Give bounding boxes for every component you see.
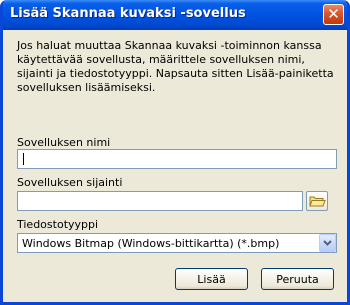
- app-location-field[interactable]: [17, 191, 303, 211]
- cancel-button[interactable]: Peruuta: [261, 268, 334, 290]
- filetype-selected-value: Windows Bitmap (Windows-bittikartta) (*.…: [22, 237, 280, 250]
- add-button[interactable]: Lisää: [175, 268, 248, 290]
- description-text: Jos haluat muuttaa Skannaa kuvaksi -toim…: [17, 39, 334, 94]
- filetype-select[interactable]: Windows Bitmap (Windows-bittikartta) (*.…: [17, 233, 337, 253]
- window-title: Lisää Skannaa kuvaksi -sovellus: [10, 6, 246, 21]
- app-name-label: Sovelluksen nimi: [17, 136, 111, 149]
- app-location-label: Sovelluksen sijainti: [17, 176, 123, 189]
- browse-button[interactable]: [306, 191, 328, 211]
- text-caret: [23, 153, 24, 165]
- folder-icon: [309, 196, 326, 207]
- close-icon: ✕: [327, 5, 340, 23]
- app-name-field[interactable]: [17, 149, 337, 169]
- chevron-down-icon: [323, 240, 332, 246]
- filetype-dropdown-button[interactable]: [319, 234, 336, 252]
- title-bar[interactable]: Lisää Skannaa kuvaksi -sovellus ✕: [3, 0, 347, 30]
- close-button[interactable]: ✕: [323, 4, 344, 25]
- filetype-label: Tiedostotyyppi: [17, 218, 99, 231]
- dialog-window: Lisää Skannaa kuvaksi -sovellus ✕ Jos ha…: [0, 0, 350, 305]
